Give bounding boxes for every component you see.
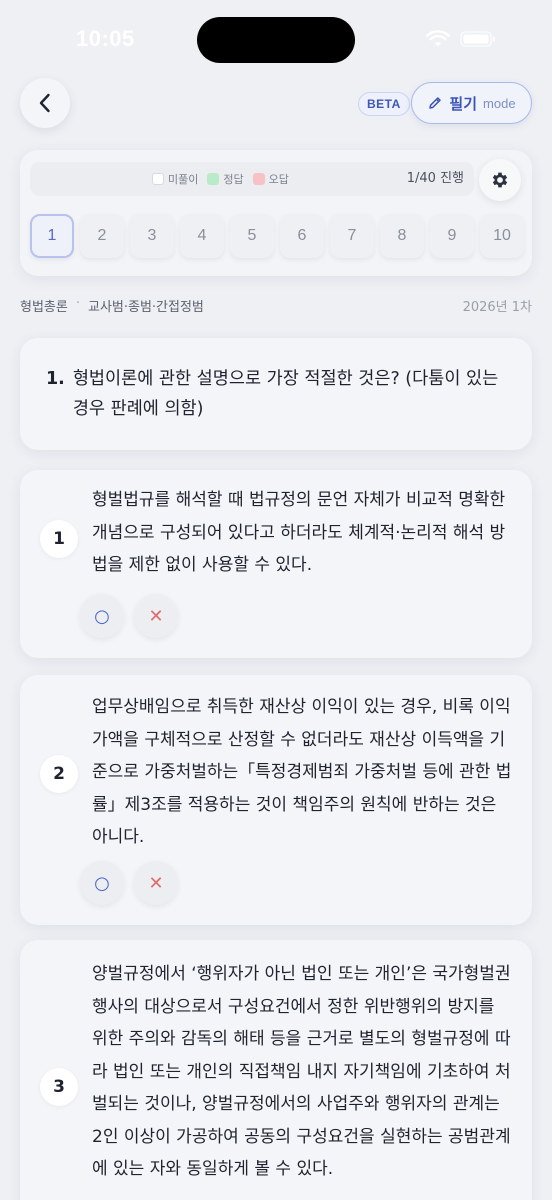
status-bar: 10:05 xyxy=(0,0,552,80)
option-card-1: 1 형벌법규를 해석할 때 법규정의 문언 자체가 비교적 명확한 개념으로 구… xyxy=(20,470,532,658)
correct-swatch xyxy=(207,173,220,185)
option-number: 1 xyxy=(40,520,78,558)
legend-wrong-label: 오답 xyxy=(268,173,289,186)
option-card-3: 3 양벌규정에서 ‘행위자가 아닌 법인 또는 개인’은 국가형벌권 행사의 대… xyxy=(20,940,532,1200)
legend-correct: 정답 xyxy=(207,171,244,187)
mark-correct-button[interactable]: ○ xyxy=(80,594,124,638)
question-card: 1. 형법이론에 관한 설명으로 가장 적절한 것은? (다툼이 있는 경우 판… xyxy=(20,338,532,450)
circle-icon: ○ xyxy=(94,872,110,894)
question-number-9[interactable]: 9 xyxy=(430,214,474,258)
camera-notch xyxy=(197,17,355,63)
circle-icon: ○ xyxy=(94,605,110,627)
status-icons xyxy=(426,30,496,48)
question-number-1[interactable]: 1 xyxy=(30,214,74,258)
breadcrumb-topic: 교사범·종범·간접정범 xyxy=(87,300,204,315)
question-navigator: 미풀이 정답 오답 1/40 진행 1 2 3 4 5 6 7 8 9 10 xyxy=(20,150,532,276)
status-time: 10:05 xyxy=(76,26,135,51)
question-number-7[interactable]: 7 xyxy=(330,214,374,258)
settings-button[interactable] xyxy=(479,159,521,201)
mode-sub-label: mode xyxy=(483,95,516,111)
gear-icon xyxy=(492,172,508,188)
option-number: 3 xyxy=(40,1068,78,1106)
question-text: 형법이론에 관한 설명으로 가장 적절한 것은? (다툼이 있는 경우 판례에 … xyxy=(72,369,499,419)
unsolved-swatch xyxy=(152,173,164,185)
exam-label: 2026년 1차 xyxy=(462,300,532,315)
pencil-icon xyxy=(429,97,442,109)
question-title: 1. 형법이론에 관한 설명으로 가장 적절한 것은? (다툼이 있는 경우 판… xyxy=(46,364,516,424)
mark-correct-button[interactable]: ○ xyxy=(80,861,124,905)
mode-main-label: 필기 xyxy=(449,94,478,113)
legend-bar: 미풀이 정답 오답 1/40 진행 xyxy=(30,162,474,196)
option-text: 양벌규정에서 ‘행위자가 아닌 법인 또는 개인’은 국가형벌권 행사의 대상으… xyxy=(92,964,511,1179)
option-number: 2 xyxy=(40,755,78,793)
question-number-10[interactable]: 10 xyxy=(480,214,524,258)
breadcrumb-separator: · xyxy=(75,296,80,311)
question-number-2[interactable]: 2 xyxy=(80,214,124,258)
option-text: 형벌법규를 해석할 때 법규정의 문언 자체가 비교적 명확한 개념으로 구성되… xyxy=(92,490,506,575)
question-number: 1. xyxy=(46,369,65,389)
option-card-2: 2 업무상배임으로 취득한 재산상 이익이 있는 경우, 비록 이익 가액을 구… xyxy=(20,675,532,925)
legend: 미풀이 정답 오답 xyxy=(152,162,289,196)
wifi-icon xyxy=(426,30,450,47)
back-button[interactable] xyxy=(20,78,70,128)
wrong-swatch xyxy=(252,173,265,185)
cross-icon: ✕ xyxy=(148,872,164,894)
question-number-5[interactable]: 5 xyxy=(230,214,274,258)
beta-badge: BETA xyxy=(358,92,410,116)
breadcrumb-subject: 형법총론 xyxy=(20,300,68,315)
question-number-3[interactable]: 3 xyxy=(130,214,174,258)
progress-text: 1/40 진행 xyxy=(406,171,464,186)
legend-unsolved-label: 미풀이 xyxy=(168,173,199,186)
breadcrumb: 형법총론 · 교사범·종범·간접정범 xyxy=(20,296,204,315)
mark-wrong-button[interactable]: ✕ xyxy=(134,861,178,905)
question-number-8[interactable]: 8 xyxy=(380,214,424,258)
battery-icon xyxy=(460,31,495,47)
question-number-6[interactable]: 6 xyxy=(280,214,324,258)
legend-unsolved: 미풀이 xyxy=(152,171,198,187)
option-text: 업무상배임으로 취득한 재산상 이익이 있는 경우, 비록 이익 가액을 구체적… xyxy=(92,697,512,847)
question-number-list: 1 2 3 4 5 6 7 8 9 10 xyxy=(30,214,524,258)
chevron-left-icon xyxy=(39,93,50,113)
question-number-4[interactable]: 4 xyxy=(180,214,224,258)
handwriting-mode-button[interactable]: 필기 mode xyxy=(411,82,532,124)
cross-icon: ✕ xyxy=(148,605,164,627)
legend-correct-label: 정답 xyxy=(223,173,244,186)
mark-wrong-button[interactable]: ✕ xyxy=(134,594,178,638)
legend-wrong: 오답 xyxy=(252,171,289,187)
